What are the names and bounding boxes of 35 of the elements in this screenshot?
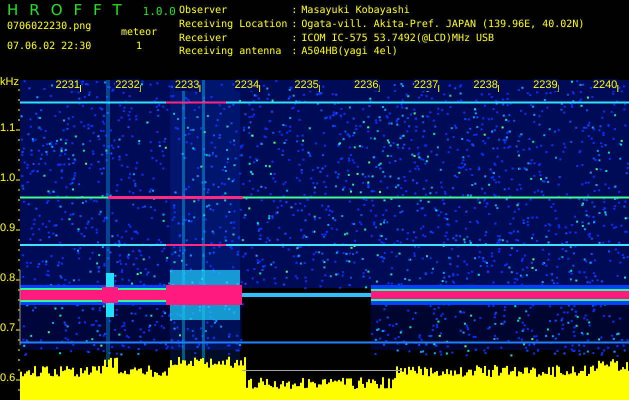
frequency-label: 1.1 [0,122,16,134]
frequency-label: 1.0 [0,172,16,184]
time-label: 2238 [473,79,498,91]
time-label: 2233 [174,79,200,91]
station-label: Observer [179,5,228,18]
station-label: Receiving Location [179,18,288,32]
meteor-count: 1 [136,41,142,53]
frequency-label: 0.7 [0,322,16,334]
frequency-label: 0.8 [0,272,16,284]
time-label: 2234 [234,79,260,91]
time-label: 2237 [414,79,438,91]
station-label: Receiving antenna [179,46,282,60]
separator: : [291,18,298,32]
time-label: 2239 [533,79,558,91]
app-title: HROFFT [7,2,133,19]
frequency-label: 0.6 [0,372,16,384]
time-label: 2240 [592,79,618,91]
station-value: ICOM IC-575 53.7492(@LCD)MHz USB [301,32,496,46]
separator: : [291,46,298,60]
meteor-label: meteor [121,27,158,39]
timestamp: 07.06.02 22:30 [7,41,92,53]
separator: : [291,32,298,46]
station-label: Receiver [179,32,228,46]
station-value: A504HB(yagi 4el) [301,46,399,60]
unit-label: kHz [0,76,19,88]
time-label: 2236 [354,79,378,91]
time-label: 2232 [115,79,140,91]
file-name: 0706022230.png [7,21,92,33]
separator: : [291,5,298,18]
time-label: 2231 [56,79,80,91]
station-value: Ogata-vill. Akita-Pref. JAPAN (139.96E, 40.02N) [301,18,584,32]
station-value: Masayuki Kobayashi [301,5,411,18]
time-label: 2235 [294,79,319,91]
app-version: 1.0.0 [142,4,176,20]
frequency-label: 0.9 [0,222,16,234]
